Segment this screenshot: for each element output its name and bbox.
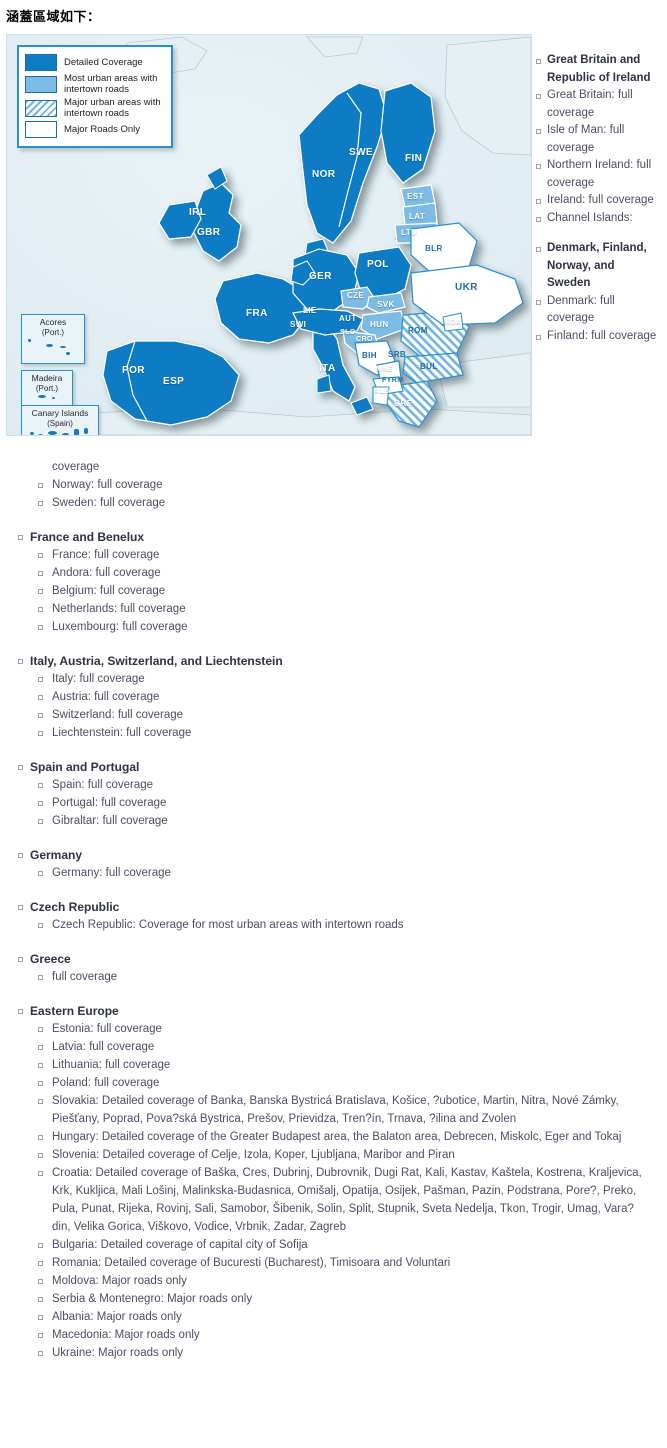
group-italy-austria-switzerland-liechtenstein: Italy, Austria, Switzerland, and Liechte…: [0, 652, 660, 742]
group-germany: Germany Germany: full coverage: [0, 846, 660, 882]
list-item: Germany: full coverage: [0, 864, 660, 882]
list-item: Ireland: full coverage: [534, 192, 660, 210]
side-list: Great Britain and Republic of Ireland Gr…: [534, 52, 660, 345]
map-legend: Detailed Coverage Most urban areas with …: [17, 45, 173, 148]
group-greece: Greece full coverage: [0, 950, 660, 986]
list-item: Portugal: full coverage: [0, 794, 660, 812]
inset-acores: Acores (Port.): [21, 314, 85, 364]
group-items: Germany: full coverage: [0, 864, 660, 882]
legend-label: Major Roads Only: [64, 124, 141, 135]
list-item: Netherlands: full coverage: [0, 600, 660, 618]
inset-title: Canary Islands: [31, 408, 89, 418]
list-item: Czech Republic: Coverage for most urban …: [0, 916, 660, 934]
group-items: full coverage: [0, 968, 660, 986]
list-item: France: full coverage: [0, 546, 660, 564]
list-item-continuation: coverage: [52, 461, 100, 473]
list-item: Liechtenstein: full coverage: [0, 724, 660, 742]
legend-swatch-major-roads: [25, 121, 57, 138]
legend-label: Most urban areas with intertown roads: [64, 73, 158, 95]
list-item: Croatia: Detailed coverage of Baška, Cre…: [0, 1164, 660, 1236]
list-item: Romania: Detailed coverage of Bucuresti …: [0, 1254, 660, 1272]
list-item: Sweden: full coverage: [0, 494, 660, 512]
group-title: Italy, Austria, Switzerland, and Liechte…: [0, 652, 660, 670]
coverage-page: 涵蓋區域如下： Detailed Coverage Most urban are…: [0, 6, 667, 1448]
list-item: Slovakia: Detailed coverage of Banka, Ba…: [0, 1092, 660, 1128]
inset-subtitle: (Spain): [47, 418, 73, 428]
legend-item: Most urban areas with intertown roads: [25, 73, 165, 95]
list-item: Switzerland: full coverage: [0, 706, 660, 724]
group-france-benelux: France and Benelux France: full coverage…: [0, 528, 660, 636]
list-item: Italy: full coverage: [0, 670, 660, 688]
list-item: Finland: full coverage: [534, 328, 660, 346]
list-item: Austria: full coverage: [0, 688, 660, 706]
list-item: Channel Islands:: [534, 210, 660, 228]
list-item: full coverage: [0, 968, 660, 986]
legend-item: Major urban areas with intertown roads: [25, 97, 165, 119]
list-item: Estonia: full coverage: [0, 1020, 660, 1038]
coverage-map: Detailed Coverage Most urban areas with …: [6, 34, 532, 436]
group-items: Estonia: full coverage Latvia: full cove…: [0, 1020, 660, 1362]
coverage-list: coverage Norway: full coverage Sweden: f…: [0, 458, 660, 1362]
list-item: Andora: full coverage: [0, 564, 660, 582]
list-item: Serbia & Montenegro: Major roads only: [0, 1290, 660, 1308]
group-title: France and Benelux: [0, 528, 660, 546]
group-eastern-europe: Eastern Europe Estonia: full coverage La…: [0, 1002, 660, 1362]
legend-item: Detailed Coverage: [25, 54, 165, 71]
list-item: Northern Ireland: full coverage: [534, 157, 660, 192]
group-items: Czech Republic: Coverage for most urban …: [0, 916, 660, 934]
list-item: Macedonia: Major roads only: [0, 1326, 660, 1344]
list-item: Slovenia: Detailed coverage of Celje, Iz…: [0, 1146, 660, 1164]
group-czech-republic: Czech Republic Czech Republic: Coverage …: [0, 898, 660, 934]
list-item: Hungary: Detailed coverage of the Greate…: [0, 1128, 660, 1146]
group-items: Italy: full coverage Austria: full cover…: [0, 670, 660, 742]
list-item: Great Britain and Republic of Ireland: [534, 52, 660, 87]
inset-subtitle: (Port.): [41, 327, 65, 337]
nordic-continuation: coverage Norway: full coverage Sweden: f…: [0, 458, 660, 512]
legend-swatch-most-urban: [25, 75, 57, 93]
list-item: Isle of Man: full coverage: [534, 122, 660, 157]
group-items: Spain: full coverage Portugal: full cove…: [0, 776, 660, 830]
legend-item: Major Roads Only: [25, 121, 165, 138]
group-title: Greece: [0, 950, 660, 968]
list-item: Albania: Major roads only: [0, 1308, 660, 1326]
inset-canary-islands: Canary Islands (Spain): [21, 405, 99, 435]
list-item: Lithuania: full coverage: [0, 1056, 660, 1074]
group-spain-portugal: Spain and Portugal Spain: full coverage …: [0, 758, 660, 830]
inset-islands: [22, 427, 98, 435]
list-item: Great Britain: full coverage: [534, 87, 660, 122]
group-title: Spain and Portugal: [0, 758, 660, 776]
list-item: Luxembourg: full coverage: [0, 618, 660, 636]
side-coverage-column: Great Britain and Republic of Ireland Gr…: [534, 52, 660, 345]
legend-swatch-major-urban: [25, 99, 57, 117]
inset-title: Acores: [39, 317, 67, 327]
legend-swatch-detailed: [25, 54, 57, 71]
group-title: Eastern Europe: [0, 1002, 660, 1020]
list-item: Latvia: full coverage: [0, 1038, 660, 1056]
inset-madeira: Madeira (Port.): [21, 370, 73, 410]
list-item: Denmark, Finland, Norway, and Sweden: [534, 240, 660, 293]
list-item: Belgium: full coverage: [0, 582, 660, 600]
list-item: Gibraltar: full coverage: [0, 812, 660, 830]
page-title: 涵蓋區域如下：: [6, 9, 101, 24]
list-item: Moldova: Major roads only: [0, 1272, 660, 1290]
inset-title: Madeira: [31, 373, 63, 383]
list-item: Norway: full coverage: [0, 476, 660, 494]
group-title: Germany: [0, 846, 660, 864]
list-item: Ukraine: Major roads only: [0, 1344, 660, 1362]
list-item: Bulgaria: Detailed coverage of capital c…: [0, 1236, 660, 1254]
group-title: Czech Republic: [0, 898, 660, 916]
group-items: France: full coverage Andora: full cover…: [0, 546, 660, 636]
list-item: Denmark: full coverage: [534, 293, 660, 328]
legend-label: Detailed Coverage: [64, 57, 143, 68]
legend-label: Major urban areas with intertown roads: [64, 97, 161, 119]
inset-subtitle: (Port.): [35, 383, 59, 393]
list-item: Spain: full coverage: [0, 776, 660, 794]
list-item: Poland: full coverage: [0, 1074, 660, 1092]
